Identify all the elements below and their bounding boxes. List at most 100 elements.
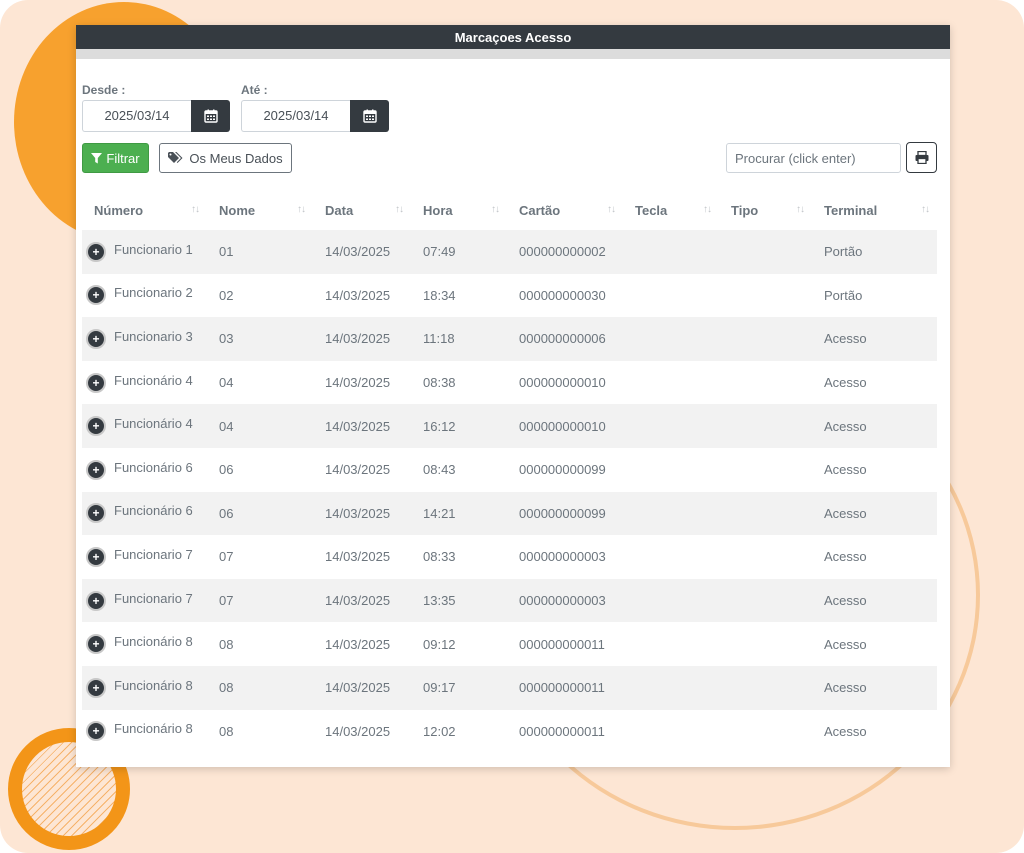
column-header-label: Hora <box>423 202 453 218</box>
cell-tecla <box>623 448 719 492</box>
cell-cartao: 000000000099 <box>507 491 623 536</box>
cell-nome: 07 <box>219 549 234 565</box>
from-date-calendar-button[interactable] <box>191 100 230 132</box>
plus-circle-icon[interactable]: + <box>86 285 106 306</box>
column-header-terminal[interactable]: Terminal ↑↓ <box>812 190 937 230</box>
sort-icon: ↑↓ <box>703 204 712 215</box>
cell-hora: 08:33 <box>423 549 456 565</box>
column-header-label: Tecla <box>635 202 668 218</box>
table-row[interactable]: + Funcionário 8 08 14/03/2025 09:12 000000000… <box>82 622 937 666</box>
filter-button[interactable]: Filtrar <box>82 143 149 173</box>
cell-cartao: 000000000011 <box>507 665 623 710</box>
sort-icon: ↑↓ <box>191 204 200 215</box>
cell-terminal: Acesso <box>824 462 867 478</box>
cell-numero: + Funcionário 8 <box>82 710 207 754</box>
column-header-data[interactable]: Data ↑↓ <box>313 190 411 230</box>
to-date-group: 2025/03/14 <box>241 100 389 132</box>
table-row[interactable]: + Funcionário 8 08 14/03/2025 09:17 000000000… <box>82 665 937 710</box>
cell-tecla <box>623 361 719 405</box>
sort-icon: ↑↓ <box>796 204 805 215</box>
table-row[interactable]: + Funcionario 7 07 14/03/2025 08:33 000000000… <box>82 535 937 579</box>
cell-numero: + Funcionario 2 <box>82 274 207 318</box>
table-row[interactable]: + Funcionário 4 04 14/03/2025 08:38 000000000… <box>82 361 937 405</box>
cell-numero: + Funcionário 8 <box>82 622 207 666</box>
cell-hora: 09:17 <box>411 665 507 710</box>
plus-circle-icon[interactable]: + <box>86 372 106 393</box>
column-header-nome[interactable]: Nome ↑↓ <box>207 190 313 230</box>
to-date-input[interactable]: 2025/03/14 <box>241 100 350 132</box>
cell-hora: 13:35 <box>411 578 507 623</box>
calendar-icon <box>362 109 377 123</box>
plus-circle-icon[interactable]: + <box>86 677 106 698</box>
cell-nome: 08 <box>207 665 313 710</box>
cell-hora: 14:21 <box>411 491 507 536</box>
column-header-cartao[interactable]: Cartão ↑↓ <box>507 190 623 230</box>
cell-numero: + Funcionário 6 <box>82 491 207 536</box>
table-row[interactable]: + Funcionário 6 06 14/03/2025 08:43 000000000… <box>82 448 937 492</box>
plus-circle-icon[interactable]: + <box>86 241 106 262</box>
cell-tipo <box>719 665 812 710</box>
column-header-tecla[interactable]: Tecla ↑↓ <box>623 190 719 230</box>
cell-cartao: 000000000010 <box>507 404 623 448</box>
cell-numero: + Funcionário 4 <box>82 404 207 448</box>
column-header-label: Nome <box>219 202 256 218</box>
column-header-numero[interactable]: Número ↑↓ <box>82 190 207 230</box>
plus-circle-icon[interactable]: + <box>86 416 106 437</box>
plus-circle-icon[interactable]: + <box>86 546 106 567</box>
table-row[interactable]: + Funcionario 1 01 14/03/2025 07:49 000000000… <box>82 230 937 274</box>
table-row[interactable]: + Funcionario 7 07 14/03/2025 13:35 000000000… <box>82 578 937 623</box>
sort-icon: ↑↓ <box>491 204 500 215</box>
table-row[interactable]: + Funcionario 3 03 14/03/2025 11:18 000000000… <box>82 317 937 361</box>
cell-nome: 02 <box>219 287 234 303</box>
cell-data: 14/03/2025 <box>313 578 411 623</box>
cell-hora: 11:18 <box>411 317 507 361</box>
print-button[interactable] <box>906 142 937 173</box>
cell-tecla <box>623 404 719 448</box>
table-row[interactable]: + Funcionário 4 04 14/03/2025 16:12 000000000… <box>82 404 937 448</box>
cell-tipo <box>719 491 812 536</box>
cell-hora: 12:02 <box>423 723 456 739</box>
cell-terminal: Acesso <box>824 723 867 739</box>
cell-hora: 18:34 <box>423 287 456 303</box>
cell-text: Funcionario 3 <box>114 328 193 344</box>
search-input[interactable] <box>726 143 901 173</box>
column-header-hora[interactable]: Hora ↑↓ <box>411 190 507 230</box>
cell-text: Funcionário 6 <box>114 459 193 475</box>
cell-tecla <box>623 491 719 536</box>
plus-circle-icon[interactable]: + <box>86 721 106 742</box>
cell-terminal: Acesso <box>812 491 937 536</box>
cell-hora: 07:49 <box>411 230 507 274</box>
filter-icon <box>91 152 103 163</box>
cell-numero: + Funcionario 7 <box>82 578 207 623</box>
cell-nome: 08 <box>219 636 234 652</box>
table-row[interactable]: + Funcionário 8 08 14/03/2025 12:02 000000000… <box>82 710 937 754</box>
cell-hora: 08:43 <box>423 462 456 478</box>
cell-tipo <box>719 578 812 623</box>
plus-circle-icon[interactable]: + <box>86 503 106 524</box>
cell-terminal: Acesso <box>824 636 867 652</box>
from-date-input[interactable]: 2025/03/14 <box>82 100 191 132</box>
cell-nome: 04 <box>207 404 313 448</box>
cell-data: 14/03/2025 <box>313 665 411 710</box>
plus-circle-icon[interactable]: + <box>86 590 106 611</box>
cell-text: Funcionario 2 <box>114 285 193 301</box>
cell-hora: 08:38 <box>423 375 456 391</box>
my-data-button[interactable]: Os Meus Dados <box>159 143 292 173</box>
cell-tipo <box>719 448 812 492</box>
cell-tecla <box>623 274 719 318</box>
plus-circle-icon[interactable]: + <box>86 459 106 480</box>
cell-text: Funcionário 4 <box>114 416 193 432</box>
cell-data: 14/03/2025 <box>325 549 391 565</box>
cell-tecla <box>623 317 719 361</box>
to-date-calendar-button[interactable] <box>350 100 389 132</box>
plus-circle-icon[interactable]: + <box>86 634 106 655</box>
cell-tecla <box>623 665 719 710</box>
cell-cartao: 000000000099 <box>519 462 606 478</box>
cell-text: Funcionário 6 <box>114 503 193 519</box>
cell-cartao: 000000000003 <box>519 549 606 565</box>
plus-circle-icon[interactable]: + <box>86 328 106 349</box>
column-header-tipo[interactable]: Tipo ↑↓ <box>719 190 812 230</box>
table-row[interactable]: + Funcionario 2 02 14/03/2025 18:34 000000000… <box>82 274 937 318</box>
table-row[interactable]: + Funcionário 6 06 14/03/2025 14:21 000000000… <box>82 491 937 536</box>
cell-tecla <box>623 230 719 274</box>
